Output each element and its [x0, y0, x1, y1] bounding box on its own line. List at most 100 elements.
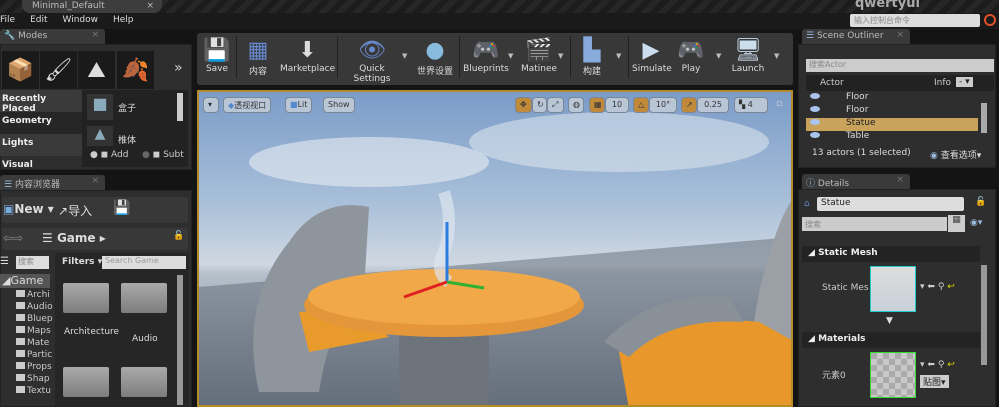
translate-icon[interactable]: ✥: [515, 97, 532, 113]
add-radio[interactable]: ● ◼ Add: [90, 150, 128, 160]
close-icon[interactable]: ×: [91, 176, 99, 186]
asset-search-input[interactable]: Search Game: [102, 256, 186, 269]
lock-icon[interactable]: 🔓: [975, 197, 986, 207]
texture-dropdown[interactable]: 贴图▾: [920, 375, 949, 388]
tree-item[interactable]: Audio: [16, 302, 53, 312]
use-selected-icon[interactable]: ⬅: [927, 360, 935, 370]
matinee-button[interactable]: 🎬 Matinee: [520, 36, 558, 75]
folder-icon[interactable]: [121, 283, 167, 313]
section-static-mesh[interactable]: ◢ Static Mesh: [802, 246, 980, 262]
reset-icon[interactable]: ↩: [947, 282, 955, 292]
outliner-row[interactable]: Floor: [806, 92, 978, 105]
menu-edit[interactable]: Edit: [30, 13, 52, 29]
chevron-down-icon[interactable]: ▼: [616, 52, 621, 60]
marketplace-button[interactable]: ⬇ Marketplace: [280, 36, 335, 75]
cone-icon[interactable]: ▲: [87, 126, 113, 146]
section-materials[interactable]: ◢ Materials: [802, 332, 980, 348]
menu-window[interactable]: Window: [63, 13, 104, 29]
maximize-icon[interactable]: ▫: [776, 99, 782, 109]
scrollbar[interactable]: [177, 93, 183, 121]
chevron-down-icon[interactable]: ▾: [920, 360, 925, 370]
close-icon[interactable]: ×: [91, 30, 99, 40]
landscape-mode-icon[interactable]: ⛰: [78, 51, 115, 89]
camera-speed[interactable]: ▚ 4: [734, 97, 768, 113]
chevron-down-icon[interactable]: ▼: [508, 52, 513, 60]
eye-icon[interactable]: [810, 132, 820, 138]
build-button[interactable]: ▙ 构建: [578, 36, 606, 78]
scale-snap[interactable]: 0.25: [697, 97, 729, 113]
foliage-mode-icon[interactable]: 🍂: [117, 51, 154, 89]
clear-icon[interactable]: [984, 14, 996, 26]
tree-item[interactable]: Partic: [16, 350, 52, 360]
close-icon[interactable]: ×: [896, 175, 904, 185]
viewport-options-button[interactable]: ▾: [203, 97, 219, 113]
filters-button[interactable]: Filters ▾: [62, 257, 102, 267]
folder-icon[interactable]: [63, 283, 109, 313]
blueprints-button[interactable]: 🎮 Blueprints: [463, 36, 509, 75]
document-tab[interactable]: Minimal_Default ×: [22, 0, 162, 13]
eye-icon[interactable]: ◉▾: [970, 218, 982, 228]
outliner-row[interactable]: Table: [806, 131, 978, 141]
chevron-down-icon[interactable]: ▼: [774, 52, 779, 60]
info-dropdown[interactable]: - ▾: [956, 77, 973, 87]
subtract-radio[interactable]: ● ◼ Subt: [142, 150, 184, 160]
details-tab[interactable]: ⓘ Details ×: [802, 174, 910, 189]
category-geometry[interactable]: Geometry: [0, 112, 82, 134]
content-button[interactable]: ▦ 内容: [243, 36, 273, 78]
content-browser-tab[interactable]: ☰ 内容浏览器 ×: [0, 175, 105, 190]
grid-size[interactable]: 10: [605, 97, 629, 113]
tree-item[interactable]: Shap: [16, 374, 50, 384]
grid-snap-icon[interactable]: ▦: [589, 97, 605, 113]
show-button[interactable]: Show: [323, 97, 355, 113]
use-selected-icon[interactable]: ⬅: [927, 282, 935, 292]
static-mesh-thumbnail[interactable]: [870, 266, 916, 312]
place-mode-icon[interactable]: 📦: [2, 51, 39, 89]
grid-view-icon[interactable]: ▦: [948, 215, 965, 232]
reset-icon[interactable]: ↩: [947, 360, 955, 370]
folder-icon[interactable]: [63, 367, 109, 397]
scrollbar[interactable]: [981, 265, 987, 365]
launch-button[interactable]: 🖥 Launch: [730, 36, 766, 75]
category-visual[interactable]: Visual: [0, 156, 82, 168]
material-actions[interactable]: ▾ ⬅ ⚲ ↩: [920, 360, 955, 370]
import-button[interactable]: ↗导入: [58, 202, 92, 219]
save-all-icon[interactable]: 💾: [113, 200, 130, 216]
tree-item[interactable]: Archi: [16, 290, 50, 300]
tree-item[interactable]: Mate: [16, 338, 49, 348]
path-game[interactable]: ☰ Game ▸: [42, 231, 106, 245]
tree-search-input[interactable]: 搜索: [16, 256, 49, 269]
tree-item-game[interactable]: ◢Game: [0, 274, 50, 288]
back-forward-icon[interactable]: ⇦⇨: [3, 231, 23, 245]
mesh-actions[interactable]: ▾ ⬅ ⚲ ↩: [920, 282, 955, 292]
paint-mode-icon[interactable]: 🖌: [40, 51, 77, 89]
chevron-down-icon[interactable]: ▼: [558, 52, 563, 60]
menu-help[interactable]: Help: [113, 13, 139, 29]
folder-icon[interactable]: [121, 367, 167, 397]
eye-icon[interactable]: [810, 106, 820, 112]
new-button[interactable]: ▣New ▾: [3, 202, 54, 216]
chevron-down-icon[interactable]: ▼: [716, 52, 721, 60]
chevron-down-icon[interactable]: ▼: [402, 52, 407, 60]
rotation-snap-icon[interactable]: △: [633, 97, 649, 113]
actor-name-input[interactable]: Statue: [817, 197, 964, 211]
menu-file[interactable]: File: [0, 13, 20, 29]
close-icon[interactable]: ×: [146, 0, 154, 13]
item-box[interactable]: 盒子: [118, 101, 136, 114]
chevron-down-icon[interactable]: ▾: [920, 282, 925, 292]
world-settings-button[interactable]: ● 世界设置: [416, 36, 454, 78]
tree-item[interactable]: Bluep: [16, 314, 53, 324]
actor-search-input[interactable]: 搜索Actor: [806, 59, 994, 72]
column-actor[interactable]: Actor: [820, 78, 844, 88]
rotate-icon[interactable]: ↻: [532, 97, 547, 113]
tree-item[interactable]: Maps: [16, 326, 51, 336]
browse-icon[interactable]: ⚲: [938, 282, 945, 292]
level-viewport[interactable]: ▾ ◆透视视口 ■Lit Show ✥ ↻ ⤢ ◍ ▦ 10 △ 10° ↗ 0…: [197, 90, 793, 407]
outliner-row[interactable]: Floor: [806, 105, 978, 118]
lock-icon[interactable]: 🔓: [173, 231, 184, 241]
view-options-button[interactable]: ◉ 查看选项▾: [930, 148, 981, 161]
box-icon[interactable]: ■: [87, 94, 113, 120]
scene-outliner-tab[interactable]: ☰ Scene Outliner ×: [802, 29, 910, 44]
item-cone[interactable]: 椎体: [118, 133, 136, 146]
browse-icon[interactable]: ⚲: [938, 360, 945, 370]
console-input[interactable]: 输入控制台命令: [850, 14, 980, 27]
